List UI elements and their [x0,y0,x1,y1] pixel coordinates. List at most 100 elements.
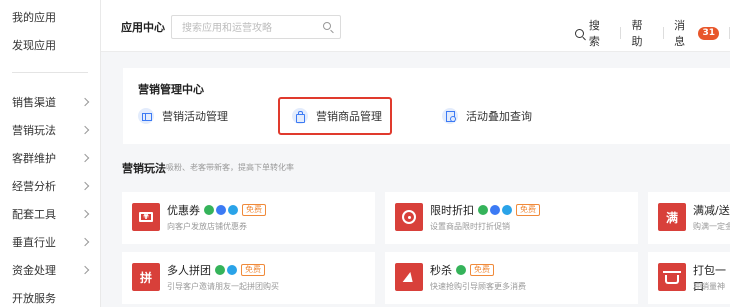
sidebar-item-analytics[interactable]: 经营分析 [0,172,100,200]
top-right-nav: 搜索 帮助 消息 31 [575,17,730,49]
page-title: 应用中心 [121,21,165,34]
highlight-box [278,97,392,135]
wechat-icon [215,265,225,275]
card-title-row: 优惠券 免费 [167,202,266,218]
app-card-flash-sale[interactable]: 秒杀 免费 快速抢购引导顾客更多消费 [385,252,638,304]
sidebar-item-my-apps[interactable]: 我的应用 [12,4,100,32]
mini-program-icon [227,265,237,275]
mini-program-icon [228,205,238,215]
app-icon [490,205,500,215]
card-description: 设置商品限时打折促销 [430,222,510,231]
card-description: 快速抢购引导顾客更多消费 [430,282,526,291]
app-card-limited-discount[interactable]: 限时折扣 免费 设置商品限时打折促销 [385,192,638,244]
basket-icon [658,263,686,291]
section-title: 营销玩法 [122,162,166,175]
sidebar-item-vertical[interactable]: 垂直行业 [0,228,100,256]
sidebar-item-customer[interactable]: 客群维护 [0,144,100,172]
sidebar-divider [12,72,88,73]
sidebar-item-open-service[interactable]: 开放服务 [0,284,100,307]
clock-face-icon [402,210,416,224]
app-card-full-reduction[interactable]: 满 满减/送 购满一定金 [648,192,730,244]
sidebar: 我的应用 发现应用 销售渠道 营销玩法 客群维护 经营分析 配套工具 垂直行业 [0,0,101,307]
sidebar-item-label: 垂直行业 [12,236,56,249]
card-title-row: 满减/送 [693,202,730,218]
top-bar: 应用中心 搜索 帮助 消息 31 [101,0,730,52]
search-icon[interactable] [323,22,331,30]
chevron-right-icon [80,97,90,107]
panel-title: 营销管理中心 [138,83,204,96]
card-title: 限时折扣 [430,204,474,217]
search-button[interactable]: 搜索 [575,17,610,49]
wechat-icon [456,265,466,275]
platform-icons [456,265,468,275]
sidebar-item-sales-channel[interactable]: 销售渠道 [0,88,100,116]
chevron-right-icon [80,153,90,163]
card-title: 多人拼团 [167,264,211,277]
mini-program-icon [502,205,512,215]
gift-icon [138,108,154,124]
sidebar-item-label: 销售渠道 [12,96,56,109]
platform-icons [204,205,240,215]
search-input[interactable] [172,17,312,40]
link-label: 营销活动管理 [162,110,228,123]
card-description: 向客户发放店铺优惠券 [167,222,247,231]
sidebar-item-tools[interactable]: 配套工具 [0,200,100,228]
chevron-right-icon [80,237,90,247]
free-badge: 免费 [470,264,494,276]
divider [663,27,665,39]
section-description: 吸粉、老客带新客，提高下单转化率 [166,163,294,172]
coupon-icon: ¥ [132,203,160,231]
marketing-activity-management-link[interactable]: 营销活动管理 [138,108,228,124]
search-icon [575,28,584,38]
app-card-group-buy[interactable]: 拼 多人拼团 免费 引导客户邀请朋友一起拼团购买 [122,252,375,304]
card-description: 引导客户邀请朋友一起拼团购买 [167,282,279,291]
sidebar-item-label: 经营分析 [12,180,56,193]
messages-count-badge: 31 [698,26,720,40]
app-icon [216,205,226,215]
activity-overlay-query-link[interactable]: 活动叠加查询 [442,108,532,124]
chevron-right-icon [80,125,90,135]
card-title: 满减/送 [693,204,730,217]
free-badge: 免费 [242,204,266,216]
app-card-bundle[interactable]: 打包一口 冲销量神 [648,252,730,304]
platform-icons [478,205,514,215]
chevron-right-icon [80,181,90,191]
chevron-right-icon [80,265,90,275]
search-box[interactable] [171,15,341,40]
marketing-center-panel: 营销管理中心 营销活动管理 营销商品管理 活动叠加查询 [123,68,730,144]
group-buy-icon: 拼 [132,263,160,291]
card-title-row: 秒杀 免费 [430,262,494,278]
app-card-coupon[interactable]: ¥ 优惠券 免费 向客户发放店铺优惠券 [122,192,375,244]
document-search-icon [442,108,458,124]
basket-shape-icon [663,270,681,284]
lightning-icon [402,272,416,282]
link-label: 活动叠加查询 [466,110,532,123]
sidebar-item-label: 客群维护 [12,152,56,165]
platform-icons [215,265,239,275]
card-description: 冲销量神 [693,282,725,291]
help-label: 帮助 [631,19,643,48]
wechat-icon [478,205,488,215]
card-title: 秒杀 [430,264,452,277]
sidebar-item-discover-apps[interactable]: 发现应用 [12,32,100,60]
chevron-right-icon [80,209,90,219]
full-reduction-icon: 满 [658,203,686,231]
sidebar-item-label: 资金处理 [12,264,56,277]
sidebar-nav: 销售渠道 营销玩法 客群维护 经营分析 配套工具 垂直行业 资金处理 开放服务 [0,88,100,307]
search-label: 搜索 [588,19,600,48]
help-button[interactable]: 帮助 [631,17,653,49]
card-title-row: 多人拼团 免费 [167,262,265,278]
card-title-row: 限时折扣 免费 [430,202,540,218]
flash-sale-icon [395,263,423,291]
card-title: 优惠券 [167,204,200,217]
divider [620,27,622,39]
messages-label: 消息 [674,19,686,48]
messages-button[interactable]: 消息 31 [674,17,720,49]
free-badge: 免费 [516,204,540,216]
sidebar-item-label: 营销玩法 [12,124,56,137]
sidebar-item-label: 开放服务 [12,292,56,305]
coupon-glyph: ¥ [139,212,153,222]
sidebar-item-marketing[interactable]: 营销玩法 [0,116,100,144]
card-description: 购满一定金 [693,222,730,231]
sidebar-item-funds[interactable]: 资金处理 [0,256,100,284]
